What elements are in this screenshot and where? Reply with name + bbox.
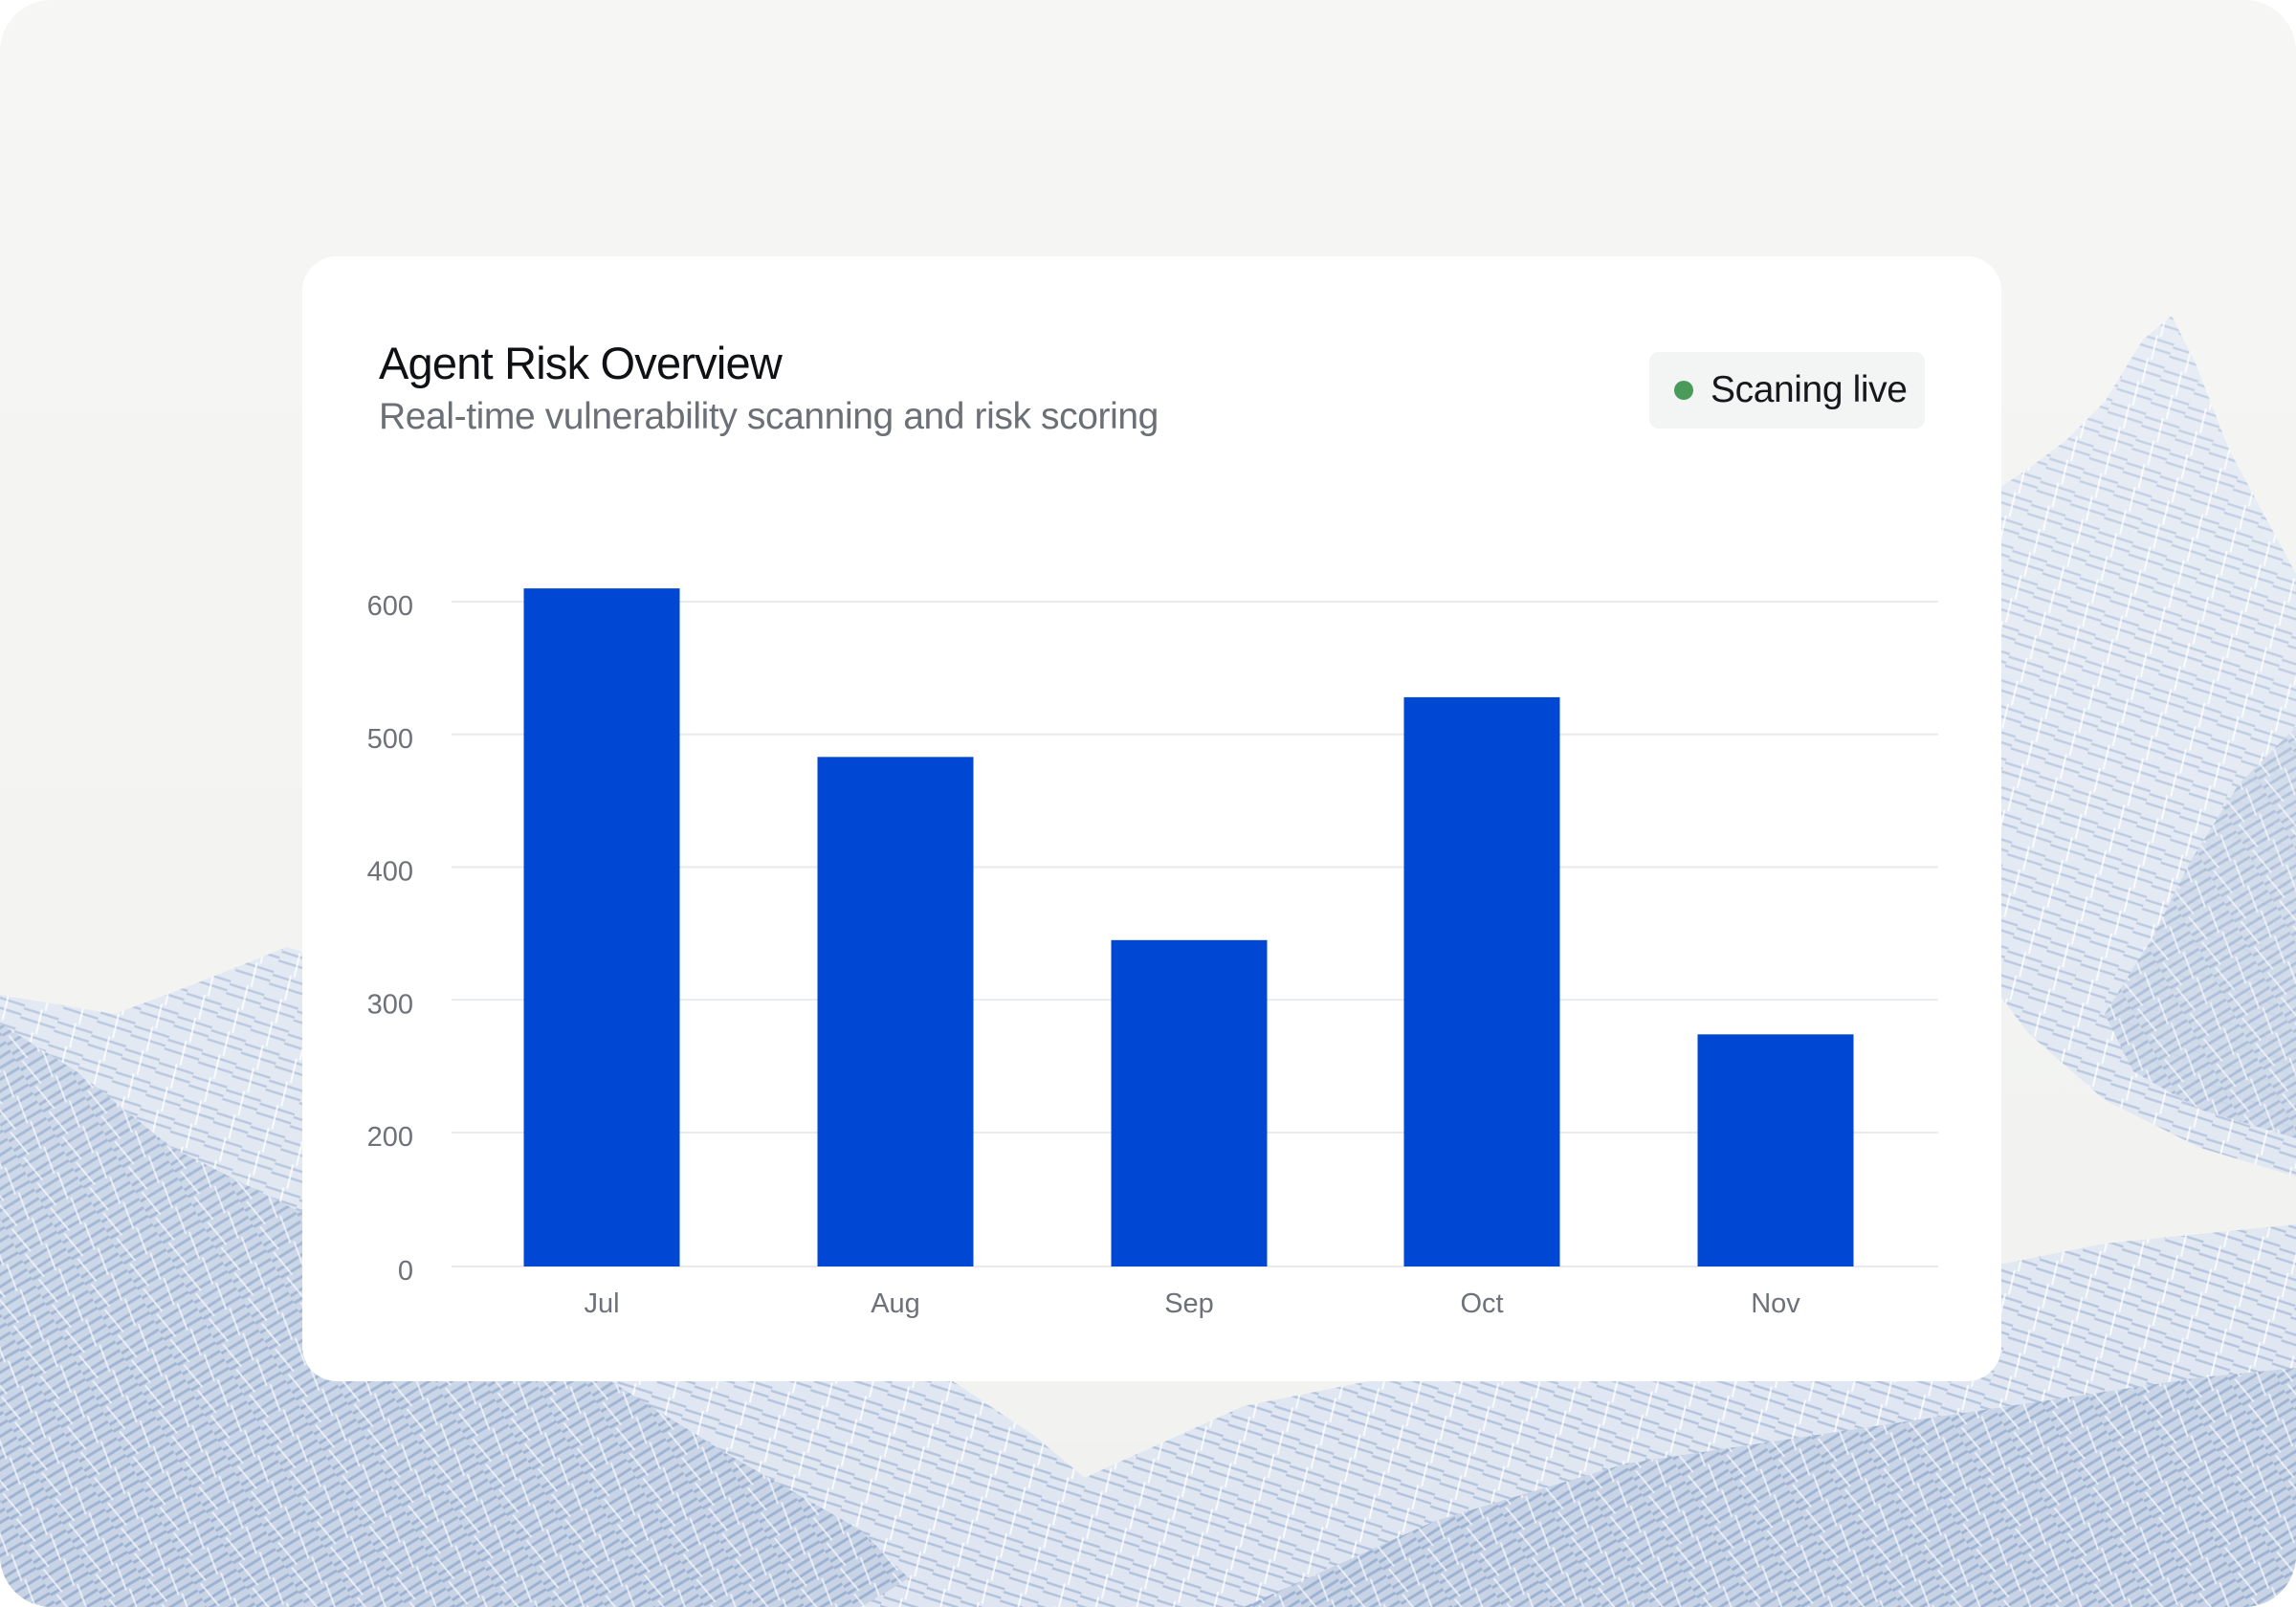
y-tick-label: 200 bbox=[367, 1122, 413, 1153]
bar-sep bbox=[1111, 939, 1268, 1266]
x-tick-label: Jul bbox=[584, 1288, 619, 1319]
y-tick-label: 600 bbox=[367, 591, 413, 622]
bar-aug bbox=[817, 757, 974, 1266]
y-tick-label: 500 bbox=[367, 724, 413, 755]
x-tick-label: Aug bbox=[871, 1288, 920, 1319]
x-tick-label: Oct bbox=[1460, 1288, 1503, 1319]
y-tick-label: 300 bbox=[367, 989, 413, 1020]
risk-overview-card: Agent Risk Overview Real-time vulnerabil… bbox=[302, 256, 2001, 1381]
x-tick-label: Nov bbox=[1751, 1288, 1800, 1319]
x-tick-label: Sep bbox=[1164, 1288, 1214, 1319]
bar-jul bbox=[523, 588, 680, 1266]
y-tick-label: 400 bbox=[367, 857, 413, 888]
bar-nov bbox=[1697, 1034, 1854, 1266]
bar-oct bbox=[1403, 696, 1560, 1266]
risk-bar-chart: 0 200 300 400 500 600 Jul Aug Sep Oct Nov bbox=[367, 588, 1938, 1319]
page-background: Agent Risk Overview Real-time vulnerabil… bbox=[0, 0, 2296, 1607]
y-tick-label: 0 bbox=[398, 1256, 413, 1287]
